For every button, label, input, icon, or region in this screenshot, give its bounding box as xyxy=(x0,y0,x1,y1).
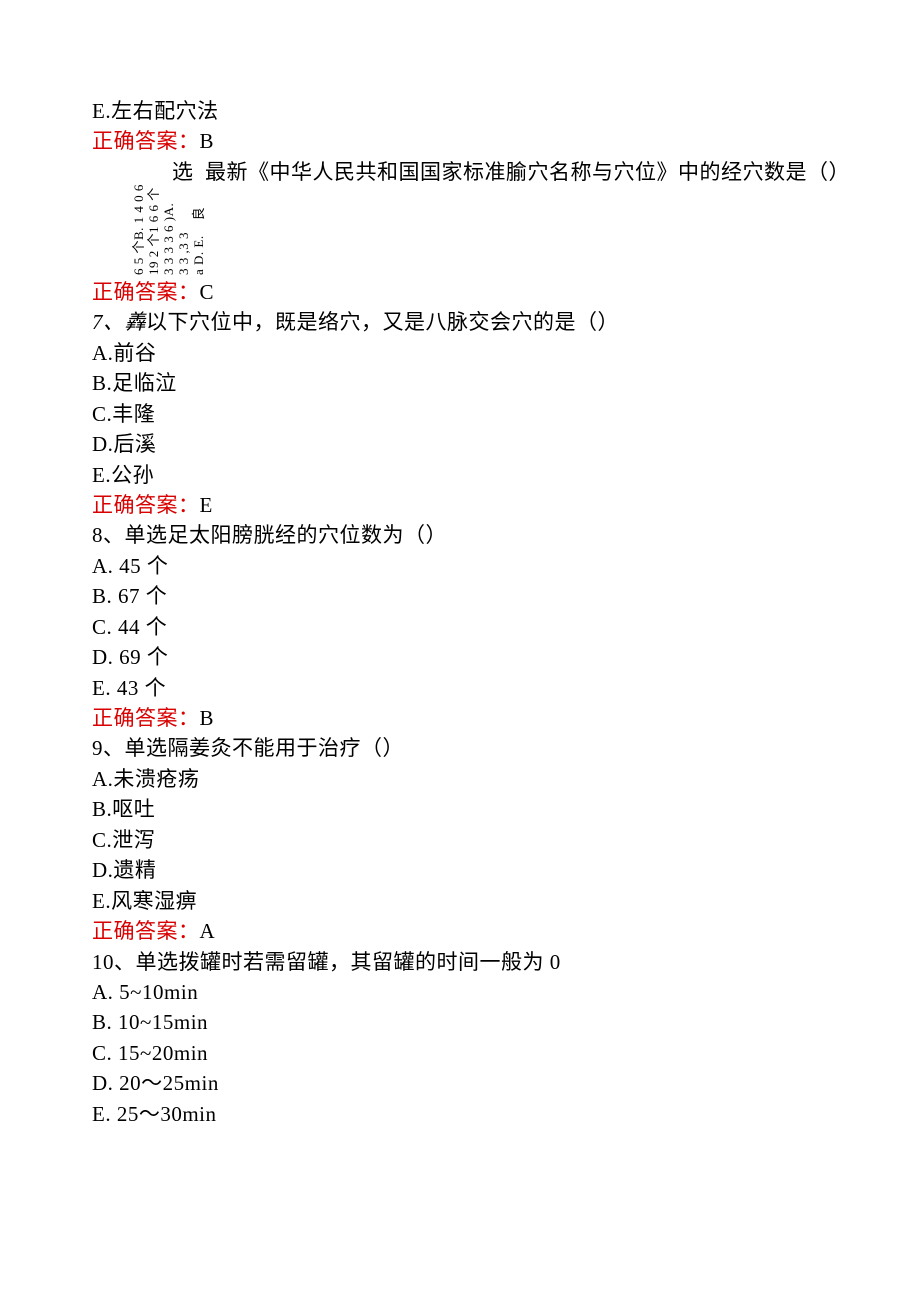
q9-answer-value: A xyxy=(200,919,216,943)
q9-option-c: C.泄泻 xyxy=(92,825,828,855)
q8-option-e: E. 43 个 xyxy=(92,673,828,703)
q5-option-e: E.左右配穴法 xyxy=(92,96,828,126)
q7-answer-value: E xyxy=(200,493,213,517)
q9-option-a: A.未溃疮疡 xyxy=(92,764,828,794)
q7-number: 7、 xyxy=(92,310,125,334)
q6-stem-prefix: 选 xyxy=(172,160,194,184)
q10-option-a: A. 5~10min xyxy=(92,977,828,1007)
q8-option-b: B. 67 个 xyxy=(92,581,828,611)
q8-option-c: C. 44 个 xyxy=(92,612,828,642)
q8-stem: 8、单选足太阳膀胱经的穴位数为（） xyxy=(92,520,828,550)
q7-option-b: B.足临泣 xyxy=(92,368,828,398)
q9-answer: 正确答案：A xyxy=(92,916,828,946)
q8-option-a: A. 45 个 xyxy=(92,551,828,581)
q5-answer-value: B xyxy=(200,129,215,153)
q9-option-b: B.呕吐 xyxy=(92,794,828,824)
q10-option-e: E. 25～30min xyxy=(92,1099,828,1129)
q8-option-d: D. 69 个 xyxy=(92,642,828,672)
q7-answer: 正确答案：E xyxy=(92,490,828,520)
q7-option-c: C.丰隆 xyxy=(92,399,828,429)
q6-rotated-options: 6 5 个B. 1 4 0 6 19 2 个1 6 6 个 3 3 3 3 6 … xyxy=(132,184,207,275)
q7-prefix-glyph: 羴 xyxy=(125,310,147,334)
q8-answer: 正确答案：B xyxy=(92,703,828,733)
q7-stem: 7、羴以下穴位中，既是络穴，又是八脉交会穴的是（） xyxy=(92,307,828,337)
q9-option-d: D.遗精 xyxy=(92,855,828,885)
q10-option-b: B. 10~15min xyxy=(92,1007,828,1037)
q9-answer-label: 正确答案： xyxy=(92,919,200,943)
q6-stem: 选 最新《中华人民共和国国家标准腧穴名称与穴位》中的经穴数是（） xyxy=(172,157,850,187)
q6-stem-text: 最新《中华人民共和国国家标准腧穴名称与穴位》中的经穴数是（） xyxy=(205,160,850,184)
q8-answer-value: B xyxy=(200,706,215,730)
q5-answer-label: 正确答案： xyxy=(92,129,200,153)
document-page: E.左右配穴法 正确答案：B 6 5 个B. 1 4 0 6 19 2 个1 6… xyxy=(0,0,920,1189)
q9-option-e: E.风寒湿痹 xyxy=(92,886,828,916)
q6-answer-value: C xyxy=(200,280,215,304)
q6-block: 6 5 个B. 1 4 0 6 19 2 个1 6 6 个 3 3 3 3 6 … xyxy=(92,157,828,277)
q7-option-a: A.前谷 xyxy=(92,338,828,368)
q6-answer: 正确答案：C xyxy=(92,277,828,307)
q9-stem: 9、单选隔姜灸不能用于治疗（） xyxy=(92,733,828,763)
q5-answer: 正确答案：B xyxy=(92,126,828,156)
q7-option-e: E.公孙 xyxy=(92,460,828,490)
q10-option-d: D. 20～25min xyxy=(92,1068,828,1098)
q10-option-c: C. 15~20min xyxy=(92,1038,828,1068)
q7-answer-label: 正确答案： xyxy=(92,493,200,517)
q7-option-d: D.后溪 xyxy=(92,429,828,459)
q10-stem: 10、单选拨罐时若需留罐，其留罐的时间一般为 0 xyxy=(92,947,828,977)
q8-answer-label: 正确答案： xyxy=(92,706,200,730)
q6-answer-label: 正确答案： xyxy=(92,280,200,304)
q7-stem-text: 以下穴位中，既是络穴，又是八脉交会穴的是（） xyxy=(146,310,619,334)
